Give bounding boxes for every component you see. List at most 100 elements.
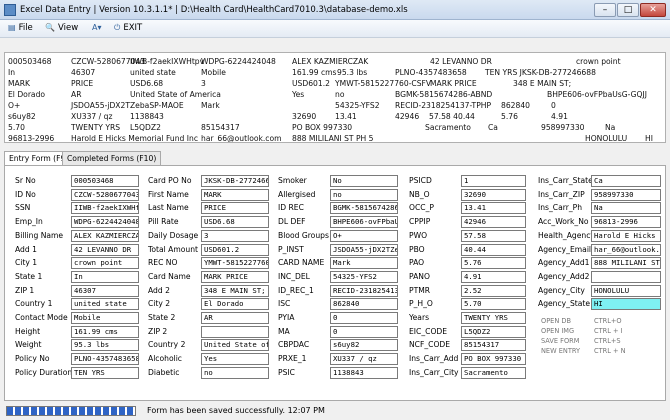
smoker-input[interactable]: No bbox=[330, 175, 398, 187]
grid-cell[interactable]: MARK bbox=[8, 78, 30, 89]
ptmr-input[interactable]: 2.52 bbox=[461, 284, 526, 297]
grid-cell[interactable]: JSDOA55-jDX2TZebaSP-MAOE bbox=[71, 100, 184, 111]
grid-cell[interactable]: PO BOX 997330 bbox=[292, 122, 352, 133]
policy-no-input[interactable]: PLNO-4357483658 bbox=[71, 353, 139, 366]
grid-cell[interactable]: El Dorado bbox=[8, 89, 45, 100]
rec-no-input[interactable]: YMWT-5815227760-CSFV bbox=[201, 257, 269, 270]
allergised-input[interactable]: no bbox=[330, 188, 398, 201]
pyia-input[interactable]: 0 bbox=[330, 312, 398, 324]
card-po-no-input[interactable]: JKSK-DB-277246688 bbox=[201, 175, 269, 187]
weight-input[interactable]: 95.3 lbs bbox=[71, 339, 139, 352]
grid-cell[interactable]: ALEX KAZMIERCZAK bbox=[292, 56, 368, 67]
data-grid[interactable]: 000503468 CZCW-5280677043 IIWB-f2aekIXWHtp… bbox=[4, 52, 666, 143]
cmd-open-img[interactable]: OPEN IMG bbox=[541, 326, 574, 336]
grid-cell[interactable]: In bbox=[8, 67, 15, 78]
grid-cell[interactable]: USD601.2 bbox=[292, 78, 330, 89]
grid-cell[interactable]: 958997330 bbox=[541, 122, 584, 133]
diabetic-input[interactable]: no bbox=[201, 366, 269, 379]
country-2-input[interactable]: United State of America bbox=[201, 339, 269, 352]
add-2-input[interactable]: 348 E MAIN ST; bbox=[201, 284, 269, 297]
grid-cell[interactable]: 57.58 40.44 bbox=[429, 111, 475, 122]
last-name-input[interactable]: PRICE bbox=[201, 202, 269, 215]
grid-cell[interactable]: 5.70 bbox=[8, 122, 25, 133]
grid-cell[interactable]: 32690 bbox=[292, 111, 316, 122]
agency-email-input[interactable]: har_66@outlook.com bbox=[591, 243, 661, 256]
nb-o-input[interactable]: 32690 bbox=[461, 188, 526, 201]
prxe-1-input[interactable]: XU337 / qz bbox=[330, 353, 398, 366]
grid-cell[interactable]: L5QDZ2 bbox=[130, 122, 161, 133]
grid-cell[interactable]: IIWB-f2aekIXWHtpv bbox=[130, 56, 204, 67]
years-input[interactable]: TWENTY YRS bbox=[461, 312, 526, 324]
grid-cell[interactable]: WDPG-6224424048 bbox=[201, 56, 276, 67]
grid-cell[interactable]: 13.41 bbox=[335, 111, 357, 122]
cmd-new-entry[interactable]: NEW ENTRY bbox=[541, 346, 580, 356]
grid-cell[interactable]: Na bbox=[605, 122, 615, 133]
p-h-o-input[interactable]: 5.70 bbox=[461, 298, 526, 311]
dl-def-input[interactable]: BHPE606-ovFPbaUsG-GQJJ bbox=[330, 216, 398, 229]
grid-cell[interactable]: s6uy82 bbox=[8, 111, 36, 122]
grid-cell[interactable]: har_66@outlook.com bbox=[201, 133, 282, 142]
grid-cell[interactable]: YMWT-5815227760-CSFV bbox=[335, 78, 431, 89]
inc-del-input[interactable]: 54325-YFS2 bbox=[330, 270, 398, 283]
grid-cell[interactable]: 42 LEVANNO DR bbox=[430, 56, 492, 67]
grid-cell[interactable]: 3 bbox=[201, 78, 206, 89]
grid-cell[interactable]: Yes bbox=[292, 89, 304, 100]
agency-city-input[interactable]: HONOLULU bbox=[591, 284, 661, 297]
alcoholic-input[interactable]: Yes bbox=[201, 353, 269, 366]
city-2-input[interactable]: El Dorado bbox=[201, 298, 269, 311]
cppip-input[interactable]: 42946 bbox=[461, 216, 526, 229]
grid-cell[interactable]: 42946 bbox=[395, 111, 419, 122]
ins-carr-city-input[interactable]: Sacramento bbox=[461, 366, 526, 379]
ssn-input[interactable]: IIWB-f2aekIXWHtpv bbox=[71, 202, 139, 215]
grid-cell[interactable]: O+ bbox=[8, 100, 20, 111]
menu-view-item[interactable]: 🔍 View bbox=[45, 23, 78, 33]
grid-cell[interactable]: united state bbox=[130, 67, 176, 78]
tab-completed-forms[interactable]: Completed Forms (F10) bbox=[62, 151, 162, 165]
grid-cell[interactable]: PLNO-4357483658 bbox=[395, 67, 467, 78]
occ-p-input[interactable]: 13.41 bbox=[461, 202, 526, 215]
zip-1-input[interactable]: 46307 bbox=[71, 284, 139, 297]
isc-input[interactable]: 862840 bbox=[330, 298, 398, 311]
grid-cell[interactable]: TEN YRS JKSK-DB-277246688 bbox=[485, 67, 596, 78]
grid-cell[interactable]: HI bbox=[645, 133, 653, 142]
grid-cell[interactable]: 161.99 cms bbox=[292, 67, 337, 78]
first-name-input[interactable]: MARK bbox=[201, 188, 269, 201]
grid-cell[interactable]: HONOLULU bbox=[585, 133, 627, 142]
acc-work-no-input[interactable]: 96813-2996 bbox=[591, 216, 661, 229]
maximize-button[interactable]: □ bbox=[617, 3, 639, 17]
pao-input[interactable]: 5.76 bbox=[461, 257, 526, 270]
id-rec-input[interactable]: BGMK-5815674286-ABND bbox=[330, 202, 398, 215]
grid-cell[interactable]: 4.91 bbox=[551, 111, 568, 122]
grid-cell[interactable]: 0 bbox=[551, 100, 556, 111]
grid-cell[interactable]: TWENTY YRS bbox=[71, 122, 120, 133]
agency-state-input[interactable]: HI bbox=[591, 298, 661, 311]
pano-input[interactable]: 4.91 bbox=[461, 270, 526, 283]
grid-cell[interactable]: MARK PRICE bbox=[430, 78, 477, 89]
menu-font-item[interactable]: A▾ bbox=[92, 23, 105, 33]
grid-cell[interactable]: United State of America bbox=[130, 89, 221, 100]
id-no-input[interactable]: CZCW-5280677043 bbox=[71, 188, 139, 201]
grid-cell[interactable]: 5.76 bbox=[501, 111, 518, 122]
city-1-input[interactable]: crown point bbox=[71, 257, 139, 270]
cmd-save-form[interactable]: SAVE FORM bbox=[541, 336, 579, 346]
grid-cell[interactable]: Harold E Hicks Memorial Fund Inc bbox=[71, 133, 198, 142]
height-input[interactable]: 161.99 cms bbox=[71, 325, 139, 338]
id-rec-1-input[interactable]: RECID-2318254137-TPHP bbox=[330, 284, 398, 297]
p-inst-input[interactable]: JSDOA55-jDX2TZebaSP-MAOE bbox=[330, 243, 398, 256]
card-name-input[interactable]: MARK PRICE bbox=[201, 270, 269, 283]
agency-add2-input[interactable] bbox=[591, 270, 661, 283]
grid-cell[interactable]: BGMK-5815674286-ABND bbox=[395, 89, 492, 100]
grid-cell[interactable]: Mark bbox=[201, 100, 220, 111]
menu-exit-item[interactable]: ⏻ EXIT bbox=[114, 23, 142, 33]
sr-no-input[interactable]: 000503468 bbox=[71, 175, 139, 187]
grid-cell[interactable]: 888 MILILANI ST PH 5 bbox=[292, 133, 374, 142]
pbo-input[interactable]: 40.44 bbox=[461, 243, 526, 256]
grid-cell[interactable]: 54325-YFS2 bbox=[335, 100, 380, 111]
psic-input[interactable]: 1138843 bbox=[330, 366, 398, 379]
ins-carr-add-input[interactable]: PO BOX 997330 bbox=[461, 353, 526, 366]
grid-cell[interactable]: AR bbox=[71, 89, 81, 100]
blood-groups-input[interactable]: O+ bbox=[330, 229, 398, 242]
grid-cell[interactable]: crown point bbox=[576, 56, 621, 67]
state-1-input[interactable]: In bbox=[71, 270, 139, 283]
grid-cell[interactable]: 348 E MAIN ST; bbox=[513, 78, 571, 89]
